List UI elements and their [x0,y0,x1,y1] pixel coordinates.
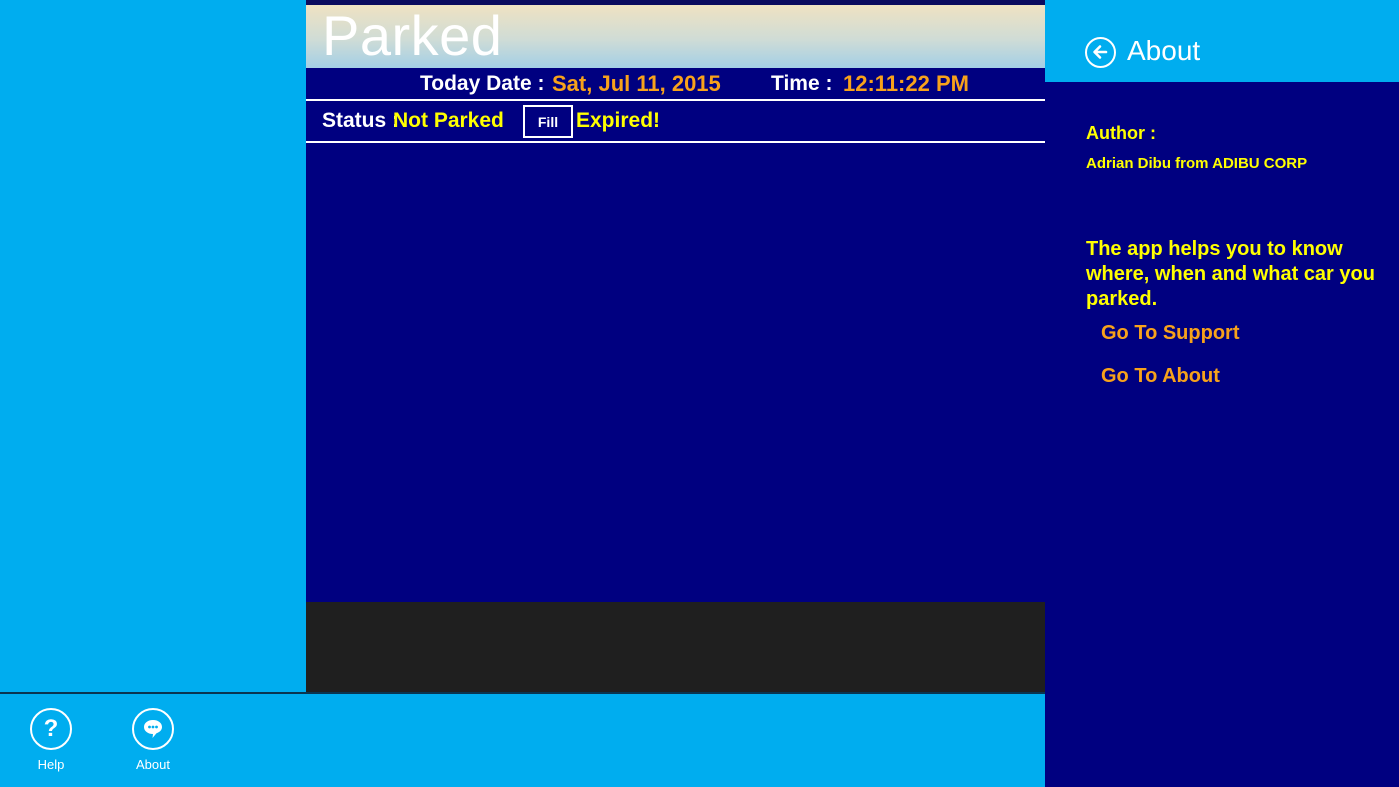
status-value: Not Parked [393,109,504,132]
app-bar: ? Help About [0,692,1045,787]
app-description: The app helps you to know where, when an… [1086,238,1375,310]
app-title: Parked [322,4,503,67]
go-to-about-link[interactable]: Go To About [1101,365,1220,388]
go-to-support-link[interactable]: Go To Support [1101,322,1240,345]
speech-bubble-icon [132,708,174,750]
date-time-row: Today Date : Sat, Jul 11, 2015 Time : 12… [306,68,1045,101]
status-label: Status : [322,109,400,132]
about-button[interactable]: About [113,708,193,778]
author-label: Author : [1086,123,1156,143]
about-title: About [1127,35,1201,66]
about-label: About [136,757,170,772]
status-row: Status : Not Parked Fill Expired! [306,101,1045,143]
help-icon: ? [30,708,72,750]
bottom-dark-band [306,602,1045,692]
expired-text: Expired! [576,109,661,132]
help-button[interactable]: ? Help [11,708,91,778]
about-header: About [1045,0,1399,82]
author-name: Adrian Dibu from ADIBU CORP [1086,155,1308,172]
date-label: Today Date : [420,72,545,95]
left-background [0,0,306,692]
time-label: Time : [771,72,833,95]
main-content: Parked Today Date : Sat, Jul 11, 2015 Ti… [306,0,1045,692]
time-value: 12:11:22 PM [843,71,969,96]
app-header: Parked [306,5,1045,68]
fill-button[interactable]: Fill [523,105,573,138]
about-flyout: About Author : Adrian Dibu from ADIBU CO… [1045,0,1399,787]
back-arrow-icon[interactable] [1085,37,1116,68]
date-value: Sat, Jul 11, 2015 [552,71,721,96]
help-label: Help [37,757,65,772]
